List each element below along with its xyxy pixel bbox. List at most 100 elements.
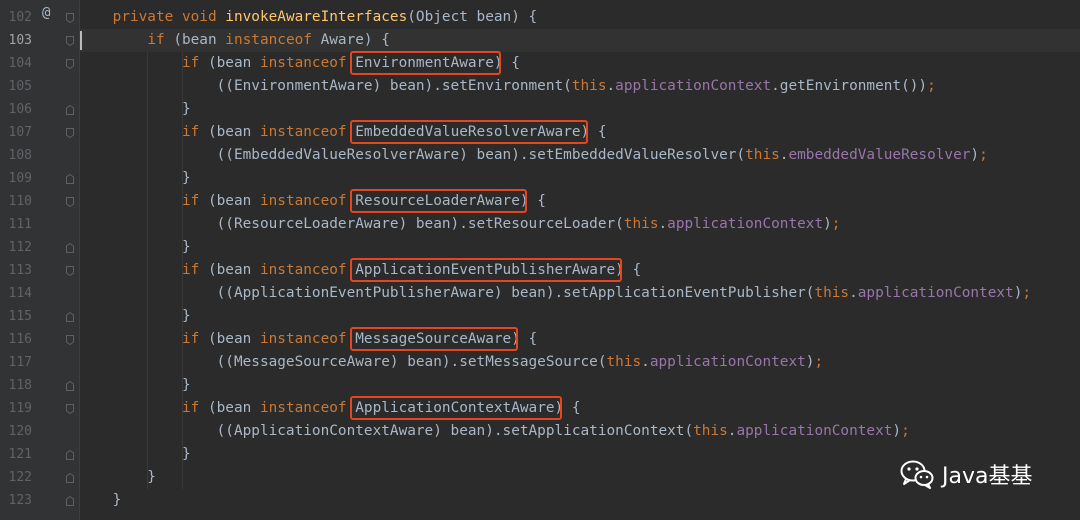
wechat-watermark: Java基基 (900, 456, 1032, 492)
code-token: . (641, 354, 650, 370)
code-token: embeddedValueResolver (788, 147, 971, 163)
code-token: ; (979, 147, 988, 163)
code-token: if (147, 32, 174, 48)
code-token: . (849, 285, 858, 301)
code-token: applicationContext (649, 354, 806, 370)
code-token: instanceof (259, 124, 356, 140)
code-token: ((ResourceLoaderAware) bean).setResource… (78, 216, 624, 232)
fold-marker-icon[interactable] (66, 266, 74, 276)
code-token: if (181, 331, 208, 347)
code-line[interactable]: ((EnvironmentAware) bean).setEnvironment… (78, 75, 936, 98)
code-token: Aware) { (320, 32, 390, 48)
code-token: (bean (207, 124, 260, 140)
code-token: } (78, 239, 191, 255)
code-line[interactable]: } (78, 443, 191, 466)
code-editor[interactable]: 102 103 104 105 106 107 108 109 110 111 112 113 114 1… (0, 0, 1080, 520)
line-number: 116 (8, 332, 32, 347)
code-token: ; (927, 78, 936, 94)
fold-marker-icon[interactable] (66, 174, 74, 184)
line-number: 114 (8, 286, 32, 301)
fold-marker-icon[interactable] (66, 496, 74, 506)
code-token: (bean (173, 32, 226, 48)
code-line[interactable]: } (78, 167, 191, 190)
code-token: } (78, 469, 156, 485)
override-method-marker-icon[interactable]: @ (42, 6, 50, 20)
line-number: 123 (8, 493, 32, 508)
code-line[interactable]: } (78, 305, 191, 328)
code-token: . (658, 216, 668, 232)
watermark-text: Java基基 (942, 464, 1033, 489)
fold-marker-icon[interactable] (66, 13, 74, 23)
code-line[interactable]: ((EmbeddedValueResolverAware) bean).setE… (78, 144, 988, 167)
code-token: instanceof (259, 193, 356, 209)
code-line[interactable]: if (bean instanceof Aware) { (78, 29, 390, 52)
code-token: . (606, 78, 616, 94)
code-token: instanceof (259, 331, 356, 347)
code-token: ((ApplicationEventPublisherAware) bean).… (78, 285, 815, 301)
fold-marker-icon[interactable] (66, 105, 74, 115)
line-number: 119 (8, 401, 32, 416)
code-line[interactable]: } (78, 98, 191, 121)
code-token: ; (901, 423, 910, 439)
code-line[interactable]: ((ApplicationContextAware) bean).setAppl… (78, 420, 910, 443)
code-token: applicationContext (667, 216, 824, 232)
fold-marker-icon[interactable] (66, 36, 74, 46)
fold-marker-icon[interactable] (66, 335, 74, 345)
code-token: instanceof (225, 32, 321, 48)
line-number-gutter[interactable]: 102 103 104 105 106 107 108 109 110 111 112 113 114 1… (0, 0, 80, 520)
fold-marker-icon[interactable] (66, 312, 74, 322)
fold-marker-icon[interactable] (66, 128, 74, 138)
code-token: } (78, 101, 191, 117)
code-token: if (181, 55, 208, 71)
fold-marker-icon[interactable] (66, 197, 74, 207)
code-token: ((ApplicationContextAware) bean).setAppl… (78, 423, 694, 439)
line-number: 113 (8, 263, 32, 278)
highlight-box (350, 120, 588, 144)
line-number: 106 (8, 102, 32, 117)
highlight-box (350, 327, 519, 351)
code-token: (bean (207, 400, 260, 416)
wechat-icon (900, 460, 934, 489)
line-number: 120 (8, 424, 32, 439)
line-number: 105 (8, 79, 32, 94)
code-token: ; (831, 216, 841, 232)
code-token: ((MessageSourceAware) bean).setMessageSo… (78, 354, 607, 370)
code-token: (bean (207, 331, 260, 347)
code-token: applicationContext (857, 285, 1014, 301)
code-line[interactable]: private void invokeAwareInterfaces(Objec… (78, 6, 538, 29)
code-token: ((EnvironmentAware) bean).setEnvironment… (78, 78, 572, 94)
line-number: 122 (8, 470, 32, 485)
fold-marker-icon[interactable] (66, 381, 74, 391)
code-token: this (606, 354, 642, 370)
line-number: 104 (8, 56, 32, 71)
code-token: .getEnvironment()) (771, 78, 928, 94)
code-token: ; (1022, 285, 1032, 301)
line-number: 108 (8, 148, 32, 163)
code-token: (Object bean) { (407, 9, 538, 25)
highlight-box (350, 189, 527, 213)
line-number: 110 (8, 194, 32, 209)
code-token: (bean (207, 262, 260, 278)
code-token: instanceof (259, 400, 356, 416)
code-token: instanceof (259, 262, 356, 278)
code-line[interactable]: } (78, 489, 122, 512)
code-line[interactable]: ((ApplicationEventPublisherAware) bean).… (78, 282, 1031, 305)
fold-marker-icon[interactable] (66, 450, 74, 460)
line-number: 118 (8, 378, 32, 393)
fold-marker-icon[interactable] (66, 404, 74, 414)
highlight-box (350, 51, 501, 75)
code-line[interactable]: ((MessageSourceAware) bean).setMessageSo… (78, 351, 824, 374)
code-token: if (181, 262, 208, 278)
code-line[interactable]: } (78, 466, 156, 489)
fold-marker-icon[interactable] (66, 243, 74, 253)
code-line[interactable]: } (78, 374, 191, 397)
code-line[interactable]: } (78, 236, 191, 259)
code-line[interactable]: ((ResourceLoaderAware) bean).setResource… (78, 213, 841, 236)
fold-marker-icon[interactable] (66, 473, 74, 483)
line-number: 121 (8, 447, 32, 462)
fold-marker-icon[interactable] (66, 59, 74, 69)
code-token: this (623, 216, 659, 232)
